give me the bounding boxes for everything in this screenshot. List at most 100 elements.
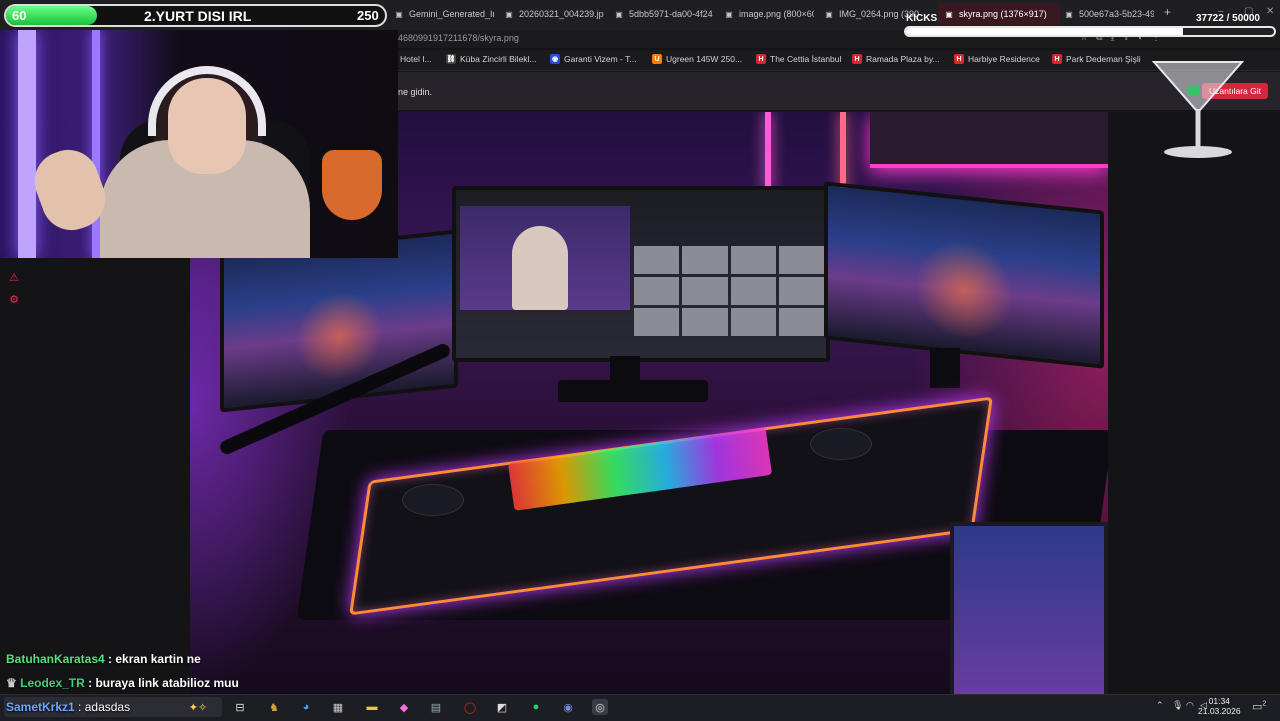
chat-username: Leodex_TR <box>20 676 85 690</box>
browser-tab[interactable]: ▣ 5dbb5971-da00-4f24 <box>614 3 714 25</box>
cityscape-wallpaper <box>224 233 454 409</box>
chat-message: BatuhanKaratas4 : ekran kartin ne <box>6 652 201 666</box>
bookmark-item[interactable]: H The Cettia İstanbul <box>756 54 841 64</box>
chat-badge-icon: ♛ <box>6 676 17 690</box>
bookmark-label: Garanti Vizem - T... <box>564 54 637 64</box>
sidebar-alert-icon[interactable]: ⚠ <box>8 272 20 284</box>
kicks-progress-fill <box>906 28 1184 35</box>
notification-count: 2 <box>1262 700 1267 708</box>
clock-date: 21.03.2026 <box>1198 706 1241 716</box>
url-text[interactable]: 4680991917211678/skyra.png <box>398 33 519 43</box>
kicks-progress-bar <box>904 26 1276 37</box>
monitor-base <box>558 380 708 402</box>
tab-label: 500e67a3-5b23-49S <box>1079 9 1154 19</box>
clock-time: 01:34 <box>1208 696 1230 706</box>
image-icon: ▣ <box>1065 9 1073 19</box>
tab-label: skyra.png (1376×917) <box>959 9 1047 19</box>
goal-title: 2.YURT DISI IRL <box>144 8 252 24</box>
bookmark-item[interactable]: ◉ Garanti Vizem - T... <box>550 54 636 64</box>
goal-current: 60 <box>12 8 27 23</box>
browser-tab[interactable]: ▣ skyra.png (1376×917) <box>938 3 1060 25</box>
bookmark-label: Ramada Plaza by... <box>866 54 940 64</box>
browser-tab[interactable]: ▣ Gemini_Generated_Im <box>394 3 494 25</box>
bookmark-item[interactable]: H Park Dedeman Şişli <box>1052 54 1141 64</box>
led-light <box>18 30 36 258</box>
bookmark-label: Hotel I... <box>400 54 432 64</box>
inner-webcam <box>460 206 630 310</box>
pc-case <box>950 522 1108 694</box>
image-icon: ▣ <box>945 9 953 19</box>
edge-icon[interactable]: ◕ <box>298 699 314 715</box>
tab-label: image.png (800×600 <box>739 9 814 19</box>
new-tab-button[interactable]: + <box>1164 5 1171 19</box>
chat-username: SametKrkz1 <box>6 700 75 714</box>
hotel-h-icon: H <box>954 54 964 64</box>
chat-text: : ekran kartin ne <box>108 652 201 666</box>
bookmark-label: Park Dedeman Şişli <box>1066 54 1141 64</box>
kicks-count: 37722 / 50000 <box>1196 13 1260 24</box>
browser-tab[interactable]: ▣ 20260321_004239.jp <box>504 3 604 25</box>
tab-label: 5dbb5971-da00-4f24 <box>629 9 713 19</box>
browser-tab[interactable]: ▣ 500e67a3-5b23-49S <box>1064 3 1154 25</box>
info-bar-text: ne gidin. <box>398 87 433 97</box>
kicks-current: 37722 <box>1196 13 1224 24</box>
bookmark-label: Harbiye Residence <box>968 54 1040 64</box>
hotel-h-icon: H <box>852 54 862 64</box>
inner-image-grid <box>634 246 824 336</box>
link-icon: ⛓ <box>446 54 456 64</box>
mouse <box>810 428 872 460</box>
chat-message: SametKrkz1 : adasdas <box>6 700 130 714</box>
app-icon[interactable]: ◆ <box>396 699 412 715</box>
bookmark-item[interactable]: U Ugreen 145W 250... <box>652 54 742 64</box>
microphone-icon[interactable]: 🎙 <box>1172 700 1183 711</box>
goal-target: 250 <box>357 8 379 23</box>
led-light <box>92 30 100 258</box>
chat-username: BatuhanKaratas4 <box>6 652 105 666</box>
taskbar-clock[interactable]: 01:34 21.03.2026 <box>1198 696 1241 716</box>
browser-tab[interactable]: ▣ image.png (800×600 <box>724 3 814 25</box>
tray-expand-icon[interactable]: ⌃ <box>1156 700 1164 711</box>
bookmark-label: Ugreen 145W 250... <box>666 54 743 64</box>
settings-icon[interactable]: ⚙ <box>8 294 20 306</box>
task-view-icon[interactable]: ⊟ <box>232 699 248 715</box>
bookmark-item[interactable]: H Harbiye Residence <box>954 54 1040 64</box>
obs-icon[interactable]: ◎ <box>592 699 608 715</box>
cityscape-wallpaper <box>828 185 1100 365</box>
tab-label: 20260321_004239.jp <box>519 9 604 19</box>
bookmark-label: Küba Zincirli Bilekl... <box>460 54 537 64</box>
discord-icon[interactable]: ◉ <box>560 699 576 715</box>
app-icon[interactable]: ♞ <box>266 699 282 715</box>
chat-text: : adasdas <box>78 700 131 714</box>
cocktail-glass-icon <box>1151 61 1245 158</box>
bookmark-item[interactable]: Hotel I... <box>400 54 432 64</box>
image-icon: ▣ <box>505 9 513 19</box>
recursive-stream-screen <box>456 190 826 358</box>
center-monitor <box>452 186 830 362</box>
bookmark-item[interactable]: ⛓ Küba Zincirli Bilekl... <box>446 54 537 64</box>
kicks-target: / 50000 <box>1226 13 1260 24</box>
spotify-icon[interactable]: ● <box>528 699 544 715</box>
image-icon: ▣ <box>395 9 403 19</box>
notification-icon[interactable]: ▭2 <box>1252 700 1266 713</box>
right-monitor <box>824 181 1104 369</box>
chat-message: ♛ Leodex_TR : buraya link atabilioz muu <box>6 676 239 690</box>
chat-text: : buraya link atabilioz muu <box>88 676 239 690</box>
image-icon: ▣ <box>825 9 833 19</box>
file-explorer-icon[interactable]: ▬ <box>364 699 380 715</box>
globe-icon: ◉ <box>550 54 560 64</box>
led-strip <box>765 112 771 192</box>
headphones <box>148 66 266 136</box>
opera-icon[interactable]: ◯ <box>462 699 478 715</box>
bookmark-label: The Cettia İstanbul <box>770 54 842 64</box>
bookmark-item[interactable]: H Ramada Plaza by... <box>852 54 940 64</box>
app-icon[interactable]: ▤ <box>428 699 444 715</box>
app-icon[interactable]: ◩ <box>494 699 510 715</box>
calculator-icon[interactable]: ▦ <box>330 699 346 715</box>
cat-plush <box>322 150 382 220</box>
sparkle-icon[interactable]: ✦✧ <box>176 699 220 715</box>
image-icon: ▣ <box>725 9 733 19</box>
kicks-label: KICKS <box>906 13 938 24</box>
image-icon: ▣ <box>615 9 623 19</box>
close-icon[interactable]: ✕ <box>1266 6 1274 17</box>
wifi-icon[interactable]: ◠ <box>1186 700 1194 711</box>
